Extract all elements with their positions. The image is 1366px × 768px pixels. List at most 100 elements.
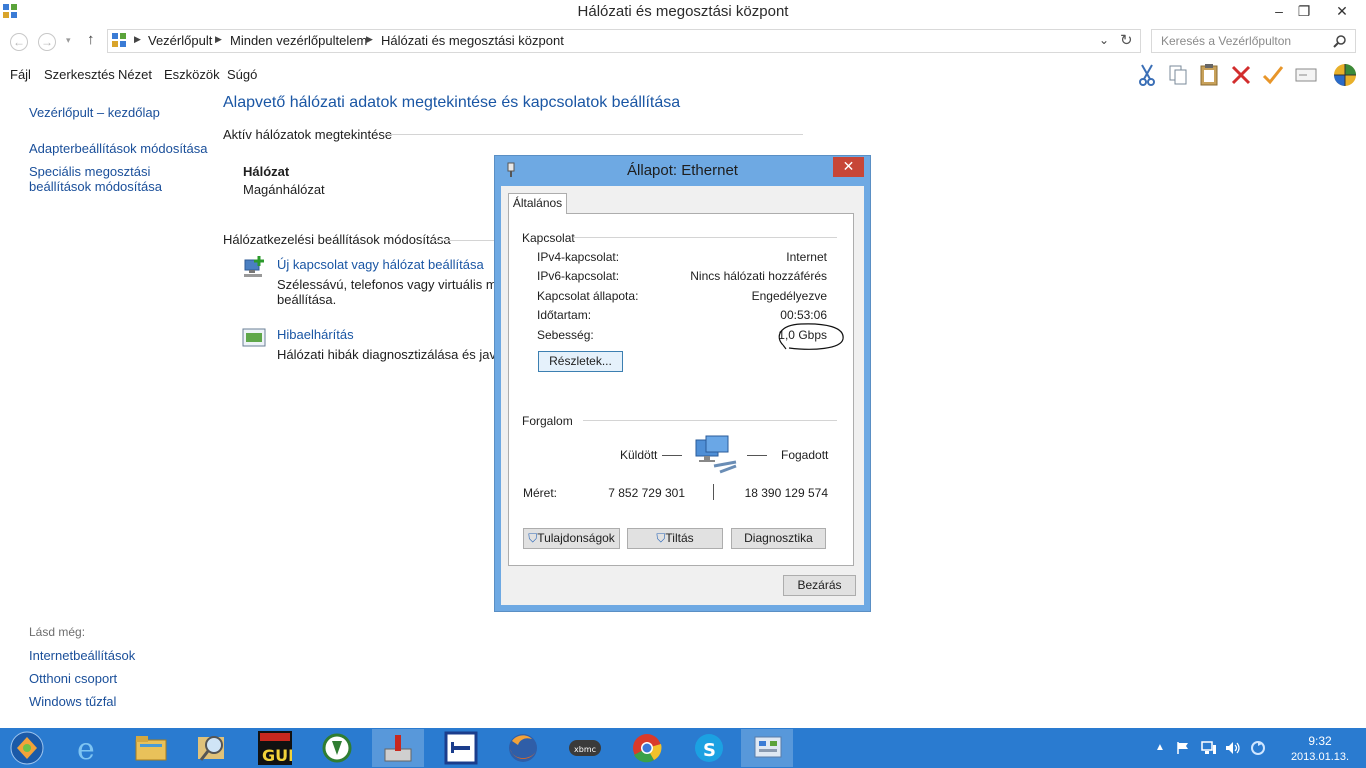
recent-pages-chevron-icon[interactable]: ▾ <box>66 35 71 46</box>
clock-time[interactable]: 9:32 <box>1290 734 1350 748</box>
breadcrumb-network-center[interactable]: Hálózati és megosztási központ <box>381 33 564 48</box>
breadcrumb-separator-icon[interactable]: ▶ <box>215 34 222 45</box>
close-window-button[interactable]: ✕ <box>1322 0 1362 22</box>
network-name: Hálózat <box>243 164 290 179</box>
close-dialog-button[interactable]: Bezárás <box>783 575 856 596</box>
ipv6-value: Nincs hálózati hozzáférés <box>690 269 827 283</box>
menu-file[interactable]: Fájl <box>10 67 31 82</box>
forward-button[interactable]: → <box>38 33 56 51</box>
up-button[interactable]: ↑ <box>87 31 95 48</box>
divider <box>747 455 767 456</box>
troubleshoot-icon <box>242 328 266 347</box>
see-also-homegroup[interactable]: Otthoni csoport <box>29 671 117 686</box>
disable-button[interactable]: ⛉Tiltás <box>627 528 723 549</box>
sync-tray-icon[interactable] <box>1250 740 1266 756</box>
xbmc-icon[interactable]: xbmc <box>568 731 602 765</box>
shield-icon: ⛉ <box>528 531 538 545</box>
received-label: Fogadott <box>781 448 829 462</box>
properties-button[interactable]: ⛉Tulajdonságok <box>523 528 620 549</box>
clock-date[interactable]: 2013.01.13. <box>1280 751 1360 763</box>
dialog-title: Állapot: Ethernet <box>627 162 738 179</box>
disable-button-label: Tiltás <box>665 531 694 545</box>
breadcrumb-control-panel[interactable]: Vezérlőpult <box>148 33 212 48</box>
breadcrumb-all-items[interactable]: Minden vezérlőpultelem <box>230 33 367 48</box>
control-panel-icon <box>112 33 126 47</box>
menu-view[interactable]: Nézet <box>118 67 152 82</box>
details-button[interactable]: Részletek... <box>538 351 623 372</box>
see-also-internet-options[interactable]: Internetbeállítások <box>29 648 135 663</box>
see-also-firewall[interactable]: Windows tűzfal <box>29 694 116 709</box>
breadcrumb-separator-icon[interactable]: ▶ <box>134 34 141 45</box>
magnifier-icon[interactable] <box>196 731 230 765</box>
download-manager-icon[interactable] <box>320 731 354 765</box>
diagnose-button[interactable]: Diagnosztika <box>731 528 826 549</box>
back-button[interactable]: ← <box>10 33 28 51</box>
active-networks-header: Aktív hálózatok megtekintése <box>223 127 393 142</box>
search-icon[interactable] <box>1333 34 1347 48</box>
start-icon[interactable] <box>10 731 44 765</box>
menu-help[interactable]: Súgó <box>227 67 257 82</box>
cut-icon[interactable] <box>1134 62 1160 88</box>
menu-tools[interactable]: Eszközök <box>164 67 220 82</box>
svg-text:S: S <box>703 740 716 761</box>
tab-panel <box>508 213 854 566</box>
volume-icon[interactable] <box>1225 741 1241 755</box>
firefox-icon[interactable] <box>506 731 540 765</box>
delete-icon[interactable] <box>1228 62 1254 88</box>
copy-icon[interactable] <box>1165 62 1191 88</box>
menu-edit[interactable]: Szerkesztés <box>44 67 115 82</box>
control-panel-icon[interactable] <box>751 731 785 765</box>
hand-drawn-ellipse-annotation <box>778 323 844 350</box>
disk-tool-icon[interactable] <box>381 731 415 765</box>
refresh-button[interactable]: ↻ <box>1120 31 1133 49</box>
tab-general[interactable]: Általános <box>508 193 567 214</box>
sidebar-home-link[interactable]: Vezérlőpult – kezdőlap <box>29 105 160 120</box>
new-connection-link[interactable]: Új kapcsolat vagy hálózat beállítása <box>277 257 484 272</box>
network-computers-icon <box>695 435 737 474</box>
divider <box>386 134 803 135</box>
troubleshoot-link[interactable]: Hibaelhárítás <box>277 327 354 342</box>
ipv4-value: Internet <box>786 250 827 264</box>
skype-icon[interactable]: S <box>692 731 726 765</box>
checkmark-icon[interactable] <box>1260 62 1286 88</box>
svg-text:GUI: GUI <box>262 746 292 765</box>
page-title: Alapvető hálózati adatok megtekintése és… <box>223 94 681 111</box>
new-connection-desc: Szélessávú, telefonos vagy virtuális mag… <box>277 277 523 292</box>
paste-icon[interactable] <box>1196 62 1222 88</box>
media-state-label: Kapcsolat állapota: <box>537 289 639 303</box>
divider <box>583 420 837 421</box>
divider <box>573 237 837 238</box>
duration-label: Időtartam: <box>537 308 592 322</box>
internet-explorer-icon[interactable]: e <box>73 731 107 765</box>
dialog-close-button[interactable]: ✕ <box>833 157 864 177</box>
search-placeholder: Keresés a Vezérlőpulton <box>1161 34 1292 48</box>
sidebar-adapter-link[interactable]: Adapterbeállítások módosítása <box>29 141 208 156</box>
flag-icon[interactable] <box>1176 741 1190 755</box>
media-state-value: Engedélyezve <box>751 289 827 303</box>
speed-label: Sebesség: <box>537 328 594 342</box>
activity-header: Forgalom <box>522 414 573 428</box>
new-connection-desc-2: beállítása. <box>277 292 337 307</box>
hotel-icon[interactable] <box>444 731 478 765</box>
address-dropdown-icon[interactable]: ⌄ <box>1099 33 1109 47</box>
maximize-button[interactable]: ❐ <box>1287 0 1321 22</box>
size-label: Méret: <box>523 486 558 500</box>
exile-gui-icon[interactable]: GUI <box>258 731 292 765</box>
chrome-icon[interactable] <box>630 731 664 765</box>
breadcrumb-separator-icon[interactable]: ▶ <box>366 34 373 45</box>
show-hidden-icons-icon[interactable]: ▲ <box>1155 742 1165 753</box>
divider <box>432 240 494 241</box>
sent-bytes: 7 852 729 301 <box>608 486 685 500</box>
svg-text:xbmc: xbmc <box>574 745 596 754</box>
window-title: Hálózati és megosztási központ <box>577 3 789 20</box>
view-options-icon[interactable] <box>1332 62 1358 88</box>
sidebar-sharing-link[interactable]: Speciális megosztási beállítások módosít… <box>29 164 162 194</box>
new-connection-icon <box>244 256 264 277</box>
duration-value: 00:53:06 <box>780 308 827 322</box>
network-tray-icon[interactable] <box>1201 741 1217 755</box>
properties-icon[interactable] <box>1293 62 1319 88</box>
ipv4-label: IPv4-kapcsolat: <box>537 250 620 264</box>
network-type: Magánhálózat <box>243 182 325 197</box>
file-explorer-icon[interactable] <box>134 732 168 764</box>
divider <box>713 484 714 500</box>
